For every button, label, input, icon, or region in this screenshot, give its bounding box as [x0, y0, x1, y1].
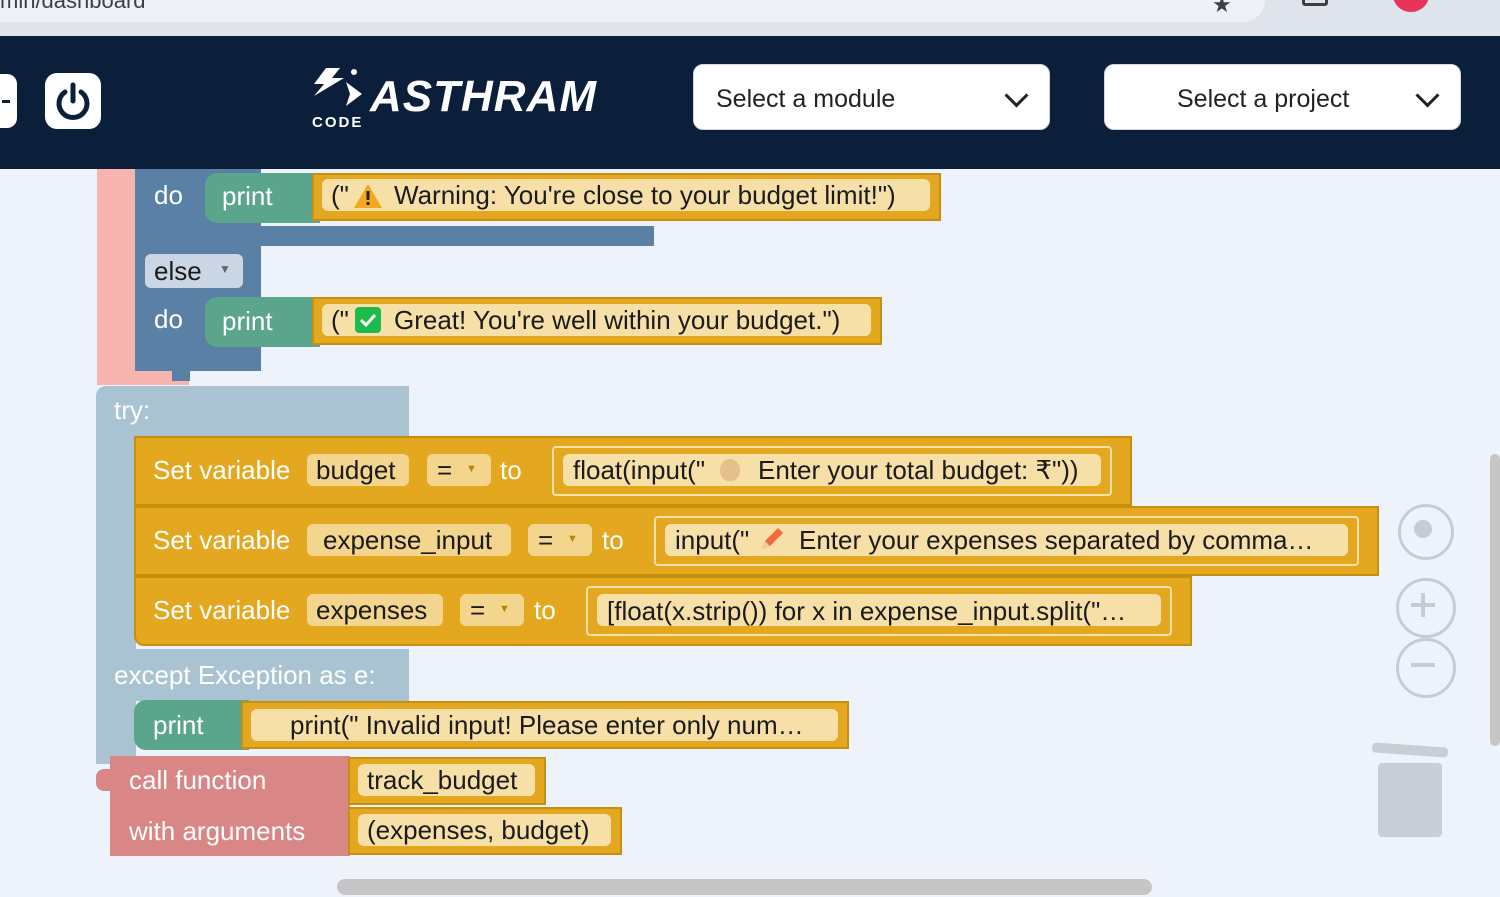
- address-bar[interactable]: [0, 0, 1265, 22]
- with-arguments-label: with arguments: [129, 816, 306, 846]
- chevron-down-icon: [1004, 83, 1029, 108]
- warning-text: Warning: You're close to your budget lim…: [394, 180, 896, 210]
- function-name: track_budget: [367, 765, 518, 795]
- brand-name: ASTHRAM: [370, 72, 597, 121]
- print-label: print: [222, 181, 273, 211]
- if-outer-block[interactable]: [97, 169, 137, 385]
- to-label: to: [602, 525, 624, 555]
- try-block-spine: [96, 434, 136, 764]
- module-select[interactable]: Select a module: [693, 64, 1050, 130]
- else-label: else: [154, 256, 202, 286]
- module-select-label: Select a module: [716, 85, 896, 113]
- recenter-button[interactable]: [1398, 504, 1454, 560]
- dropdown-arrow-icon: ▼: [466, 463, 477, 475]
- trash-lid: [1371, 742, 1449, 758]
- back-button[interactable]: [0, 74, 17, 128]
- try-label: try:: [114, 395, 151, 425]
- set-variable-label: Set variable: [153, 525, 291, 555]
- trash-can-icon[interactable]: [1371, 739, 1449, 839]
- expenses-value-text: [float(x.strip()) for x in expense_input…: [607, 596, 1127, 626]
- call-function-nub: [96, 769, 112, 791]
- print-label: print: [222, 306, 273, 336]
- to-label: to: [534, 595, 556, 625]
- logo-mark-icon: [314, 68, 362, 106]
- project-select[interactable]: Select a project: [1104, 64, 1461, 130]
- do-label: do: [154, 180, 183, 210]
- minus-icon: [1411, 663, 1435, 667]
- dropdown-arrow-icon: ▼: [499, 603, 510, 615]
- bookmark-star-icon[interactable]: ★: [1212, 0, 1232, 18]
- trash-body: [1378, 763, 1442, 837]
- call-function-label: call function: [129, 765, 267, 795]
- except-label: except Exception as e:: [114, 660, 376, 690]
- project-select-label: Select a project: [1177, 85, 1350, 113]
- budget-value-prefix: float(input(": [573, 455, 706, 485]
- if-else-top-bar: [135, 226, 654, 246]
- print-label: print: [153, 710, 204, 740]
- if-else-bottom-notch: [172, 369, 190, 381]
- horizontal-scrollbar[interactable]: [337, 879, 1152, 895]
- check-mark-icon: [355, 307, 381, 333]
- great-text: Great! You're well within your budget."): [394, 305, 841, 335]
- else-dropdown[interactable]: else ▼: [145, 254, 243, 288]
- text-prefix: (": [331, 180, 349, 210]
- variable-name: expenses: [316, 595, 428, 625]
- operator-label: =: [538, 525, 554, 555]
- blockly-workspace[interactable]: do else ▼ do print (" Warning: You're cl…: [0, 169, 1500, 897]
- text-prefix: (": [331, 305, 349, 335]
- pencil-icon: [762, 528, 783, 549]
- zoom-in-button[interactable]: [1396, 578, 1456, 638]
- power-button[interactable]: [45, 73, 101, 129]
- expense-input-text: Enter your expenses separated by comma…: [799, 525, 1314, 555]
- plus-icon-vertical: [1421, 593, 1425, 617]
- to-label: to: [500, 455, 522, 485]
- brand-sub: CODE: [312, 114, 364, 131]
- budget-value-text: Enter your total budget: ₹")): [758, 455, 1079, 485]
- power-icon: [56, 82, 90, 120]
- set-variable-label: Set variable: [153, 455, 291, 485]
- warning-icon: [354, 184, 382, 208]
- brand-logo: ASTHRAM CODE: [310, 64, 600, 134]
- variable-name: budget: [316, 455, 396, 485]
- variable-name: expense_input: [323, 525, 493, 555]
- chevron-down-icon: [1415, 83, 1440, 108]
- arguments-value: (expenses, budget): [367, 815, 590, 845]
- expense-input-prefix: input(": [675, 525, 750, 555]
- set-variable-label: Set variable: [153, 595, 291, 625]
- back-arrow-icon: [2, 100, 10, 103]
- address-bar-text: min/dashboard: [0, 0, 146, 13]
- do-label: do: [154, 304, 183, 334]
- dropdown-arrow-icon: ▼: [219, 262, 231, 276]
- money-bag-icon: [720, 459, 740, 481]
- window-icon[interactable]: [1302, 0, 1328, 6]
- operator-label: =: [470, 595, 486, 625]
- dropdown-arrow-icon: ▼: [567, 533, 578, 545]
- operator-label: =: [437, 455, 453, 485]
- zoom-out-button[interactable]: [1396, 638, 1456, 698]
- vertical-scrollbar[interactable]: [1490, 454, 1500, 746]
- invalid-input-text: print(" Invalid input! Please enter only…: [290, 710, 804, 740]
- crosshair-icon: [1414, 520, 1432, 538]
